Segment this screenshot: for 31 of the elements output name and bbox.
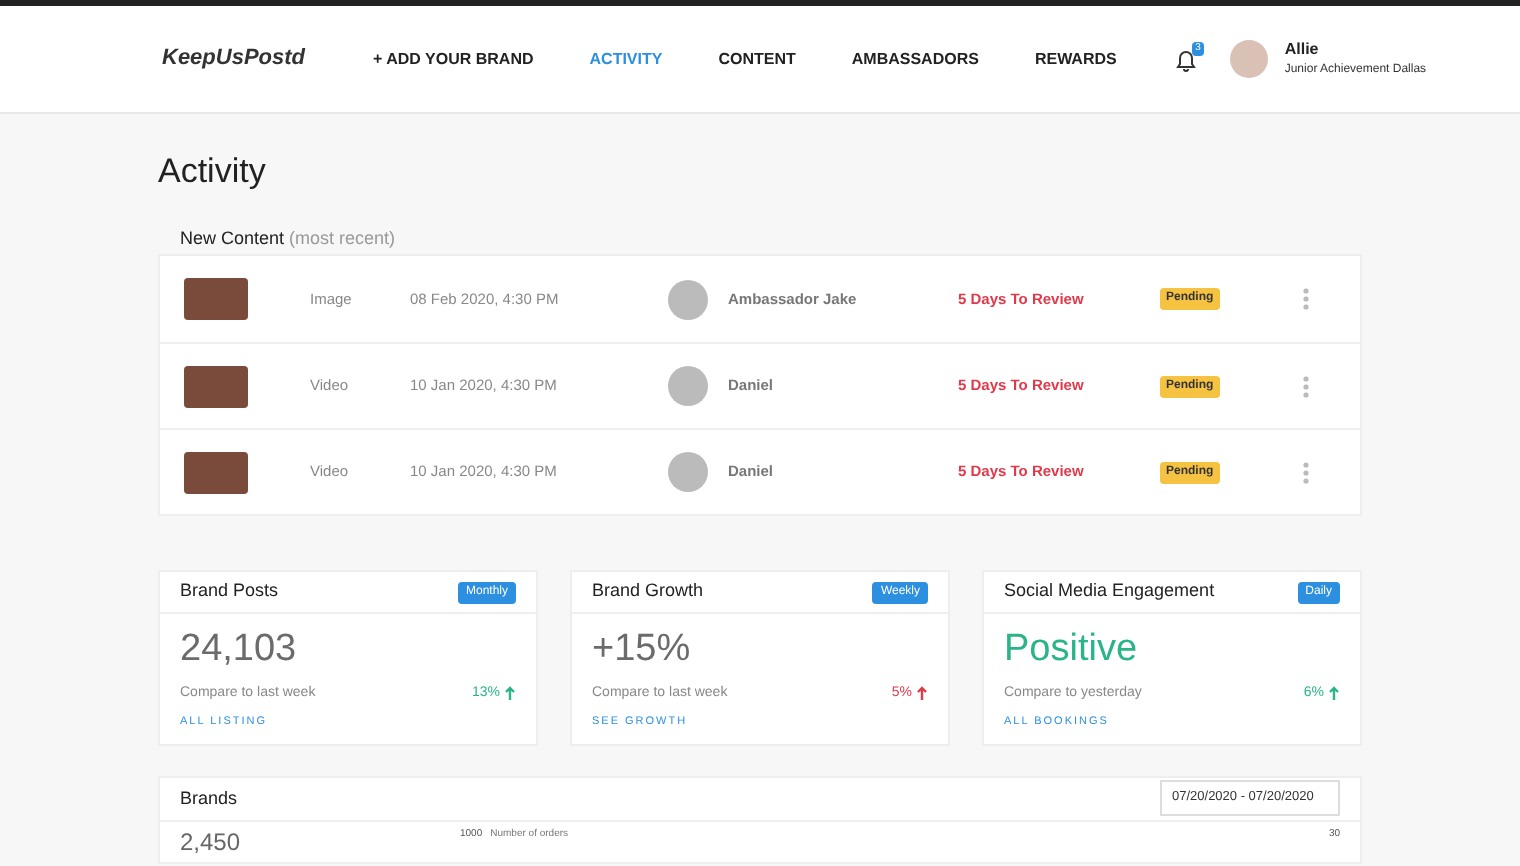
card-title: Brand Growth — [592, 578, 704, 605]
logo[interactable]: KeepUsPostd — [162, 42, 306, 76]
thumbnail — [184, 365, 248, 407]
card-title: Brand Posts — [180, 578, 279, 605]
brands-total: 2,450 — [180, 827, 243, 856]
thumbnail — [184, 451, 248, 493]
nav-link[interactable]: REWARDS — [1034, 47, 1117, 71]
nav-link[interactable]: AMBASSADORS — [851, 47, 979, 71]
card-title: Brands — [180, 785, 238, 811]
stat-value: +15% — [592, 626, 693, 674]
more-icon[interactable] — [1301, 461, 1310, 483]
up-arrow-icon — [1328, 686, 1340, 703]
section-subtitle: (most recent) — [289, 228, 396, 248]
more-icon[interactable] — [1301, 288, 1310, 310]
nav-link[interactable]: CONTENT — [718, 47, 796, 71]
card-title: Social Media Engagement — [1004, 578, 1215, 605]
stat-value: Positive — [1004, 626, 1140, 674]
thumbnail — [184, 278, 248, 320]
bell-icon[interactable] — [1176, 50, 1197, 72]
more-icon[interactable] — [1301, 375, 1310, 397]
stat-value: 24,103 — [180, 626, 299, 674]
user-name: Allie — [1284, 38, 1321, 62]
author-avatar — [668, 279, 708, 319]
author-avatar — [668, 452, 708, 492]
nav-link[interactable]: + ADD YOUR BRAND — [373, 47, 534, 71]
author-avatar — [668, 366, 708, 406]
page-title: Activity — [158, 150, 268, 194]
up-arrow-icon — [504, 686, 516, 703]
up-arrow-icon — [916, 686, 928, 703]
section-title: New Content — [180, 228, 285, 248]
user-avatar[interactable] — [1230, 40, 1269, 78]
